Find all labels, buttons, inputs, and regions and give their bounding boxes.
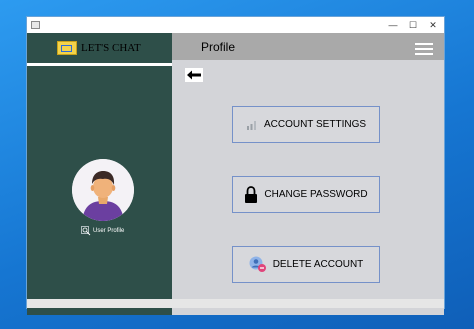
main-content: ACCOUNT SETTINGS CHANGE PASSWORD DELETE … [172,60,444,315]
logo-icon [57,41,77,55]
brand-title: LET'S CHAT [81,42,141,54]
window-bottom-edge [27,299,444,308]
back-button[interactable] [185,68,203,82]
user-search-icon [81,226,91,236]
header-bar: Profile [172,33,444,60]
account-settings-label: ACCOUNT SETTINGS [263,119,367,130]
avatar[interactable] [72,159,134,221]
page-title: Profile [201,40,236,54]
bar-chart-icon [246,120,258,130]
sidebar: LET'S CHAT User Profile [27,33,172,315]
user-profile-label: User Profile [93,228,125,234]
app-window: — ☐ ✕ LET'S CHAT User Profile Profile AC… [27,17,444,315]
delete-account-label: DELETE ACCOUNT [272,259,364,270]
account-settings-button[interactable]: ACCOUNT SETTINGS [232,106,380,143]
delete-account-button[interactable]: DELETE ACCOUNT [232,246,380,283]
close-button[interactable]: ✕ [422,17,444,33]
user-remove-icon [249,256,267,273]
brand-divider [27,63,172,66]
change-password-label: CHANGE PASSWORD [264,189,368,200]
app-icon [31,21,40,29]
window-titlebar: — ☐ ✕ [27,17,444,33]
user-profile-link[interactable]: User Profile [81,225,124,237]
lock-icon [244,186,258,203]
user-avatar-icon [72,159,134,221]
brand-bar: LET'S CHAT [27,33,172,63]
change-password-button[interactable]: CHANGE PASSWORD [232,176,380,213]
minimize-button[interactable]: — [382,17,404,33]
maximize-button[interactable]: ☐ [402,17,424,33]
hamburger-menu-icon[interactable] [415,43,433,55]
arrow-left-icon [187,70,201,80]
